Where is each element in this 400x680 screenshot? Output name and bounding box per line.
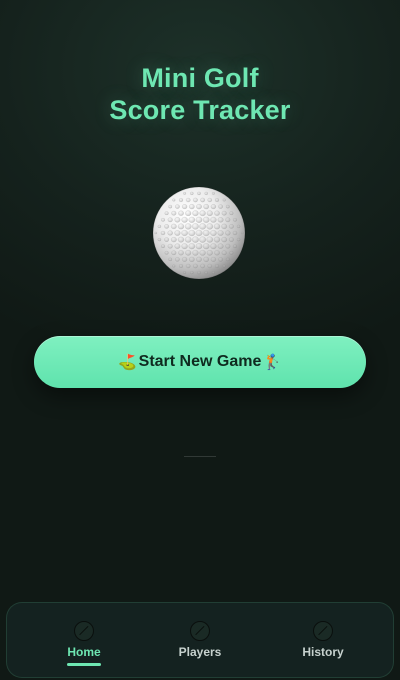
page-title: Mini Golf Score Tracker <box>0 62 400 126</box>
title-line-2: Score Tracker <box>109 95 291 125</box>
active-tab-indicator <box>67 663 101 666</box>
start-new-game-label: Start New Game <box>138 353 262 370</box>
divider <box>184 456 216 457</box>
tab-players[interactable]: Players <box>145 621 255 671</box>
flag-icon: ⛳ <box>117 353 137 371</box>
title-line-1: Mini Golf <box>141 63 259 93</box>
tab-home-label: Home <box>67 645 101 659</box>
tab-home[interactable]: Home <box>29 621 139 671</box>
tab-history-label: History <box>302 645 344 659</box>
home-icon <box>74 621 94 641</box>
bottom-tab-bar: Home Players History <box>6 602 394 678</box>
tab-players-label: Players <box>178 645 222 659</box>
players-icon <box>190 621 210 641</box>
golfer-icon: 🏌️ <box>263 353 283 371</box>
start-new-game-button[interactable]: ⛳ Start New Game 🏌️ <box>34 336 366 388</box>
golf-ball-icon <box>152 186 246 280</box>
app-screen: Mini Golf Score Tracker ⛳ Start New Game… <box>0 0 400 680</box>
history-icon <box>313 621 333 641</box>
tab-history[interactable]: History <box>268 621 378 671</box>
